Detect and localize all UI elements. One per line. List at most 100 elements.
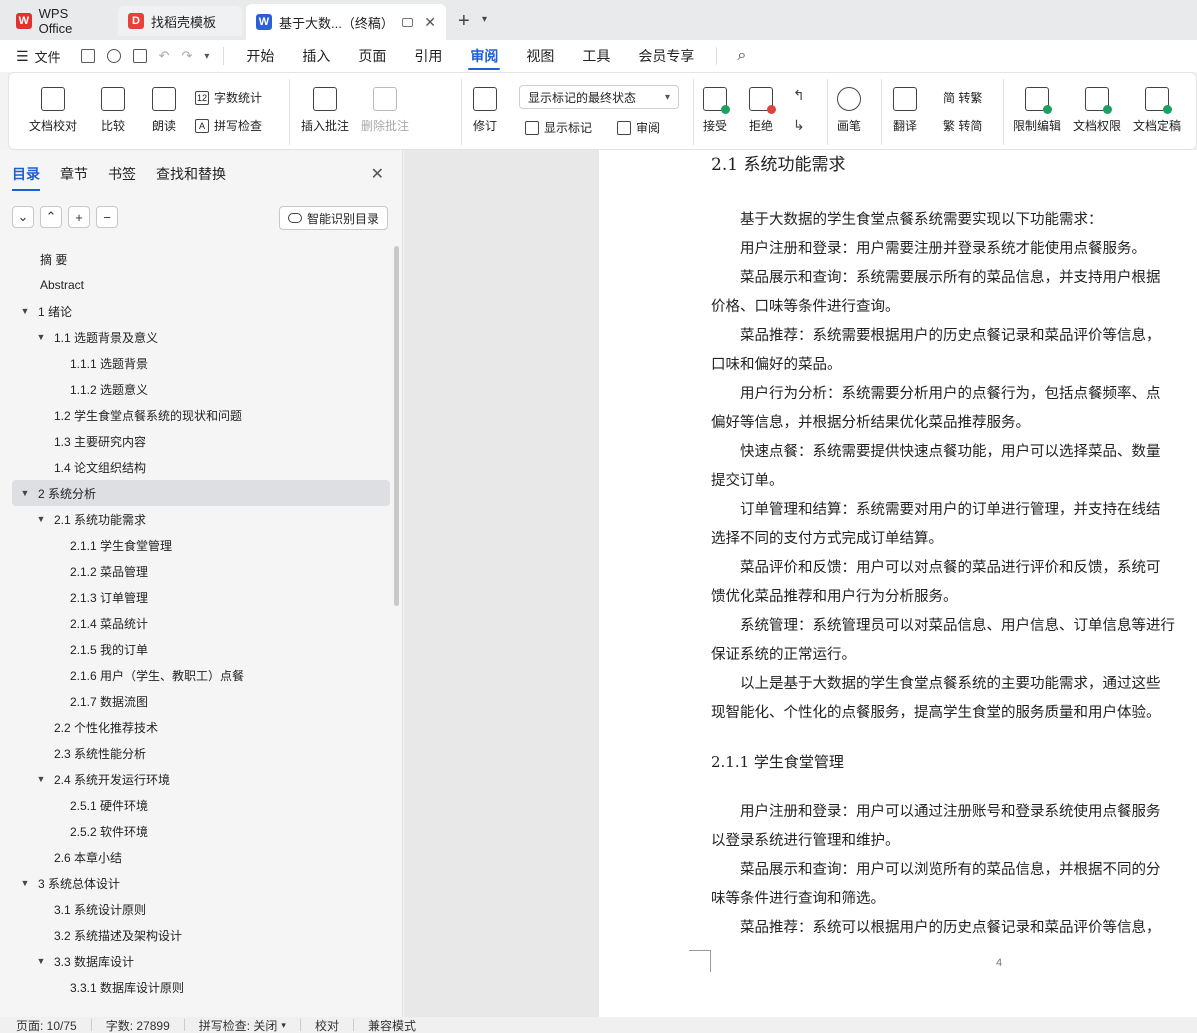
toc-item[interactable]: ▼ 1.1 选题背景及意义 <box>12 324 390 350</box>
toc-item[interactable]: 2.5.1 硬件环境 <box>12 792 390 818</box>
close-icon[interactable]: ✕ <box>371 164 384 184</box>
tab-references[interactable]: 引用 <box>400 40 456 72</box>
toc-item[interactable]: 2.5.2 软件环境 <box>12 818 390 844</box>
search-icon[interactable]: ⌕ <box>737 47 746 65</box>
chevron-down-icon[interactable]: ▾ <box>482 14 487 25</box>
expand-caret-icon[interactable]: ▼ <box>18 306 32 316</box>
page-indicator[interactable]: 页面: 10/75 <box>16 1017 77 1033</box>
panel-tab-bookmarks[interactable]: 书签 <box>108 164 136 191</box>
expand-caret-icon[interactable]: ▼ <box>18 878 32 888</box>
toc-item[interactable]: Abstract <box>12 272 390 298</box>
toc-item[interactable]: 2.1.3 订单管理 <box>12 584 390 610</box>
toc-item[interactable]: 2.1.6 用户（学生、教职工）点餐 <box>12 662 390 688</box>
review-pane-button[interactable]: 审阅 <box>617 119 660 136</box>
toc-item[interactable]: ▼ 3.3 数据库设计 <box>12 948 390 974</box>
toc-item[interactable]: 2.1.4 菜品统计 <box>12 610 390 636</box>
expand-caret-icon[interactable]: ▼ <box>34 514 48 524</box>
revise-button[interactable]: 修订 <box>473 87 497 134</box>
tab-view[interactable]: 视图 <box>512 40 568 72</box>
insert-comment-button[interactable]: 插入批注 <box>301 87 349 134</box>
toc-item[interactable]: 3.3.1 数据库设计原则 <box>12 974 390 1000</box>
share-icon[interactable] <box>106 49 121 63</box>
compare-button[interactable]: 比较 <box>101 87 125 134</box>
panel-tab-toc[interactable]: 目录 <box>12 164 40 191</box>
chevron-up-icon[interactable]: ⌃ <box>40 206 62 228</box>
toc-item[interactable]: ▼ 1 绪论 <box>12 298 390 324</box>
toc-item[interactable]: 1.2 学生食堂点餐系统的现状和问题 <box>12 402 390 428</box>
toc-item[interactable]: ▼ 2 系统分析 <box>12 480 390 506</box>
doc-permission-button[interactable]: 文档权限 <box>1073 87 1121 134</box>
proofread-status[interactable]: 校对 <box>315 1017 339 1033</box>
tab-wps-office[interactable]: W WPS Office <box>6 6 114 36</box>
tab-start[interactable]: 开始 <box>232 40 288 72</box>
toc-item[interactable]: ▼ 2.4 系统开发运行环境 <box>12 766 390 792</box>
pen-button[interactable]: 画笔 <box>837 87 861 134</box>
toc-item[interactable]: 3.1 系统设计原则 <box>12 896 390 922</box>
close-icon[interactable]: ✕ <box>424 14 436 31</box>
tab-review[interactable]: 审阅 <box>456 40 512 72</box>
toc-item[interactable]: 摘 要 <box>12 246 390 272</box>
toc-item[interactable]: 2.6 本章小结 <box>12 844 390 870</box>
expand-caret-icon[interactable]: ▼ <box>34 774 48 784</box>
toc-item[interactable]: 1.4 论文组织结构 <box>12 454 390 480</box>
new-tab-icon[interactable]: + <box>458 10 470 33</box>
spell-check-status[interactable]: 拼写检查: 关闭 <box>199 1017 278 1033</box>
to-simplified-button[interactable]: 繁 转简 <box>943 117 982 134</box>
translate-button[interactable]: 翻译 <box>893 87 917 134</box>
restrict-edit-button[interactable]: 限制编辑 <box>1013 87 1061 134</box>
smart-toc-button[interactable]: 智能识别目录 <box>278 206 388 230</box>
toc-item[interactable]: 3.3.2 系统模块属性及 E-R 图分析 <box>12 1000 390 1006</box>
expand-caret-icon[interactable]: ▼ <box>18 488 32 498</box>
panel-tab-sections[interactable]: 章节 <box>60 164 88 191</box>
undo-icon[interactable]: ↶ <box>159 48 170 64</box>
previous-change-icon[interactable]: ↰ <box>793 87 805 104</box>
toc-item[interactable]: ▼ 3 系统总体设计 <box>12 870 390 896</box>
scrollbar[interactable] <box>394 246 399 606</box>
expand-caret-icon[interactable]: ▼ <box>34 332 48 342</box>
chevron-down-icon[interactable]: ⌄ <box>12 206 34 228</box>
reject-button[interactable]: 拒绝 <box>749 87 776 134</box>
toc-item[interactable]: 2.2 个性化推荐技术 <box>12 714 390 740</box>
toc-item[interactable]: 2.1.2 菜品管理 <box>12 558 390 584</box>
accept-button[interactable]: 接受 <box>703 87 730 134</box>
tab-document[interactable]: W 基于大数...（终稿） ✕ <box>246 4 446 40</box>
read-aloud-button[interactable]: 朗读 <box>152 87 176 134</box>
toc-item[interactable]: 2.1.7 数据流图 <box>12 688 390 714</box>
toc-item[interactable]: 3.2 系统描述及架构设计 <box>12 922 390 948</box>
to-traditional-button[interactable]: 简 转繁 <box>943 89 982 106</box>
tab-member[interactable]: 会员专享 <box>624 40 708 72</box>
document-page[interactable]: 2.1 系统功能需求 2.1.1 学生食堂管理 基于大数据的学生食堂点餐系统需要… <box>599 150 1197 1017</box>
redo-icon[interactable]: ↷ <box>181 48 192 64</box>
toc-item[interactable]: ▼ 2.1 系统功能需求 <box>12 506 390 532</box>
toc-item[interactable]: 1.1.1 选题背景 <box>12 350 390 376</box>
expand-caret-icon[interactable]: ▼ <box>34 956 48 966</box>
delete-comment-button[interactable]: 删除批注 <box>361 87 409 134</box>
toc-item[interactable]: 1.3 主要研究内容 <box>12 428 390 454</box>
minus-icon[interactable]: − <box>96 206 118 228</box>
save-icon[interactable] <box>80 49 95 63</box>
show-markup-button[interactable]: 显示标记 <box>525 119 592 136</box>
chevron-down-icon[interactable]: ▾ <box>281 1020 286 1031</box>
tab-page[interactable]: 页面 <box>344 40 400 72</box>
toc-item[interactable]: 2.3 系统性能分析 <box>12 740 390 766</box>
doc-finalize-button[interactable]: 文档定稿 <box>1133 87 1181 134</box>
print-preview-icon[interactable] <box>132 49 147 63</box>
panel-tab-find-replace[interactable]: 查找和替换 <box>156 164 226 191</box>
window-icon[interactable] <box>401 17 413 27</box>
toc-item[interactable]: 2.1.5 我的订单 <box>12 636 390 662</box>
plus-icon[interactable]: + <box>68 206 90 228</box>
word-count[interactable]: 字数: 27899 <box>106 1017 170 1033</box>
next-change-icon[interactable]: ↳ <box>793 117 805 134</box>
tab-tools[interactable]: 工具 <box>568 40 624 72</box>
word-count-button[interactable]: 12 字数统计 <box>195 89 262 106</box>
markup-state-select[interactable]: 显示标记的最终状态 ▾ <box>519 85 679 109</box>
doc-check-button[interactable]: 文档校对 <box>29 87 77 134</box>
chevron-down-icon[interactable]: ▾ <box>204 51 209 62</box>
spell-check-button[interactable]: A 拼写检查 <box>195 117 262 134</box>
toc-item[interactable]: 1.1.2 选题意义 <box>12 376 390 402</box>
tab-docer-templates[interactable]: D 找稻壳模板 <box>118 6 242 36</box>
file-menu[interactable]: 文件 <box>35 47 61 66</box>
toc-item[interactable]: 2.1.1 学生食堂管理 <box>12 532 390 558</box>
menu-icon[interactable]: ☰ <box>16 48 29 65</box>
tab-insert[interactable]: 插入 <box>288 40 344 72</box>
